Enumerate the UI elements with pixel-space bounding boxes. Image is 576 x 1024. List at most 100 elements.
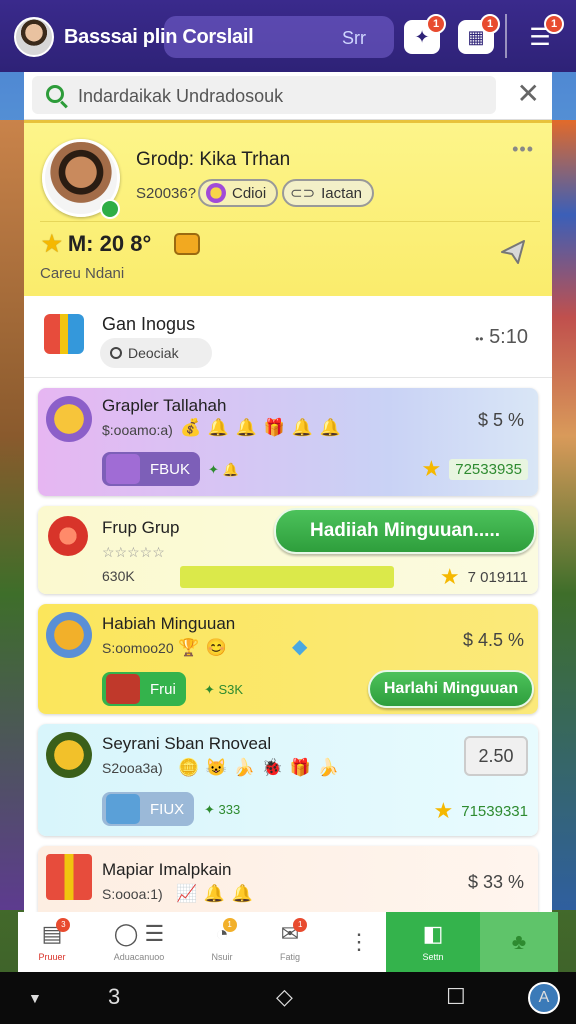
bell-icon[interactable]: ✦ 1	[404, 14, 446, 54]
recents-button[interactable]: ☐	[446, 984, 466, 1010]
menu-icon[interactable]: ☰ 1	[522, 14, 564, 54]
score: ★ 72533935	[422, 456, 528, 482]
card-percent: $ 33 %	[467, 872, 524, 892]
coin-stack-icon	[46, 612, 92, 658]
nav-item-more[interactable]: ⋮	[334, 912, 384, 972]
nav-badge: 1	[222, 918, 237, 932]
diamond-icon: ◆	[292, 636, 308, 658]
chip-label: Iactan	[321, 184, 363, 202]
chip-coins[interactable]: Cdioi	[198, 179, 279, 207]
nav-item-calendar[interactable]: ▤ 3 Pruuer	[24, 912, 80, 972]
nav-label: Pruuer	[38, 952, 66, 962]
app-title: Basssai plin Corslail	[64, 26, 254, 48]
level-text: M: 20 8°	[67, 231, 152, 256]
profile-subtitle: Careu Ndani	[40, 265, 125, 282]
card-title: Habiah Minguuan	[102, 614, 236, 633]
card-value: 630K	[102, 568, 135, 584]
back-button[interactable]: ▼	[28, 990, 42, 1006]
weekly-reward-button[interactable]: Harlahi Minguuan	[368, 670, 534, 708]
home-button[interactable]: ◇	[276, 984, 293, 1010]
score: ★ 71539331	[434, 798, 528, 824]
card-percent: $ 5 %	[477, 410, 524, 430]
sticker-row: 📈 🔔 🔔	[176, 884, 254, 903]
list-item[interactable]: Frup Grup ☆☆☆☆☆ 630K Hadiiah Minguuan...…	[38, 506, 538, 594]
group-icon	[48, 516, 88, 556]
calendar-icon: ▤ 3	[42, 918, 71, 946]
bottom-nav: ▤ 3 Pruuer ◯ ☰ Aduacanuoo ◔ 1 Nsuir ✉ 1 Fat…	[18, 912, 558, 972]
send-icon[interactable]	[500, 239, 526, 265]
gift-icon	[44, 314, 84, 354]
coin-icon	[46, 732, 92, 778]
pill-text: Srr	[342, 28, 366, 48]
tag-button[interactable]: FIUX	[102, 792, 195, 826]
star-icon: ★	[439, 564, 460, 589]
nav-item-clover[interactable]: ♣	[480, 912, 558, 972]
sticker-row: 🏆 😊	[178, 638, 229, 657]
alert-icon: ◔ 1	[215, 918, 237, 946]
gift-icon[interactable]: ▦ 1	[458, 14, 500, 54]
sticker-row: 💰 🔔 🔔 🎁 🔔 🔔	[180, 418, 342, 437]
system-nav-bar: ▼ 3 ◇ ☐ A	[0, 972, 576, 1024]
avatar[interactable]	[14, 17, 54, 57]
tag-label: FIUX	[150, 800, 185, 818]
list-item[interactable]: Mapiar Imalpkain S:oooa:1) 📈 🔔 🔔 $ 33 %	[38, 846, 538, 912]
nav-label: Aduacanuoo	[113, 952, 165, 962]
chip-label: Cdioi	[232, 184, 267, 202]
score-value: 71539331	[461, 802, 528, 820]
more-icon[interactable]: •••	[512, 139, 534, 160]
tag-extra: ✦ 333	[204, 802, 241, 817]
nav-item-chat[interactable]: ◯ ☰ Aduacanuoo	[94, 912, 184, 972]
card-title: Seyrani Sban Rnoveal	[102, 734, 272, 753]
nav-badge: 1	[293, 918, 308, 932]
profile-card: Grodp: Kika Trhan ••• S20036? Cdioi ⊂⊃ I…	[24, 120, 552, 296]
divider	[505, 14, 507, 58]
box-icon	[106, 674, 140, 704]
nav-item-mail[interactable]: ✉ 1 Fatig	[262, 912, 318, 972]
gift-icon	[46, 854, 92, 900]
group-search-button[interactable]: Deociak	[100, 338, 212, 368]
nav-badge: 3	[56, 918, 71, 932]
tag-label: FBUK	[150, 460, 191, 478]
chip-friends[interactable]: ⊂⊃ Iactan	[282, 179, 375, 207]
tag-button[interactable]: FBUK	[102, 452, 201, 486]
search-input[interactable]: Indardaikak Undradosouk	[32, 76, 496, 114]
cube-icon: ◧	[422, 921, 444, 946]
card-subtitle: $:ooamo:a)	[102, 422, 173, 438]
nav-item-alerts[interactable]: ◔ 1 Nsuir	[194, 912, 250, 972]
home-number: 3	[108, 984, 121, 1009]
close-icon[interactable]: ✕	[517, 80, 540, 108]
search-icon	[46, 85, 64, 103]
profile-name: Grodp: Kika Trhan	[136, 149, 291, 170]
group-title: Gan Inogus	[102, 314, 196, 334]
more-vertical-icon: ⋮	[348, 929, 370, 954]
value-box: 2.50	[464, 736, 528, 776]
group-time: •• 5:10	[475, 326, 528, 349]
chat-icon: ◯ ☰	[113, 921, 165, 946]
notification-badge: 1	[480, 14, 500, 34]
notification-badge: 1	[544, 14, 564, 34]
group-header: Gan Inogus Deociak •• 5:10	[24, 296, 552, 378]
divider	[40, 221, 540, 222]
tag-button[interactable]: Frui	[102, 672, 186, 706]
score-value: 72533935	[449, 458, 528, 480]
mail-icon: ✉ 1	[281, 918, 308, 946]
list-item[interactable]: Grapler Tallahah $:ooamo:a) 💰 🔔 🔔 🎁 🔔 🔔 …	[38, 388, 538, 496]
list-item[interactable]: Seyrani Sban Rnoveal S2ooa3a) 🪙 😺 🍌 🐞 🎁 …	[38, 724, 538, 836]
top-bar: Basssai plin Corslail Srr ✦ 1 ▦ 1 ☰ 1	[0, 0, 576, 72]
badge-icon	[174, 233, 200, 255]
score: ★ 7 019111	[440, 564, 528, 590]
gift-box-icon	[106, 794, 140, 824]
card-subtitle: S:oooa:1)	[102, 886, 163, 902]
time-prefix: ••	[475, 332, 484, 346]
clover-icon: ♣	[511, 929, 527, 954]
card-subtitle: S2ooa3a)	[102, 760, 163, 776]
assistant-icon[interactable]: A	[528, 982, 560, 1014]
nav-item-settings[interactable]: ◧ Settn	[386, 912, 480, 972]
level-display: ★ M: 20 8°	[42, 231, 151, 257]
list-item[interactable]: Habiah Minguuan S:oomoo20 🏆 😊 ◆ $ 4.5 % …	[38, 604, 538, 714]
sticker-row: 🪙 😺 🍌 🐞 🎁 🍌	[178, 758, 340, 777]
star-icon: ★	[42, 231, 62, 256]
weekly-reward-button[interactable]: Hadiiah Minguuan.....	[274, 508, 536, 554]
group-search-label: Deociak	[128, 345, 179, 361]
notification-badge: 1	[426, 14, 446, 34]
